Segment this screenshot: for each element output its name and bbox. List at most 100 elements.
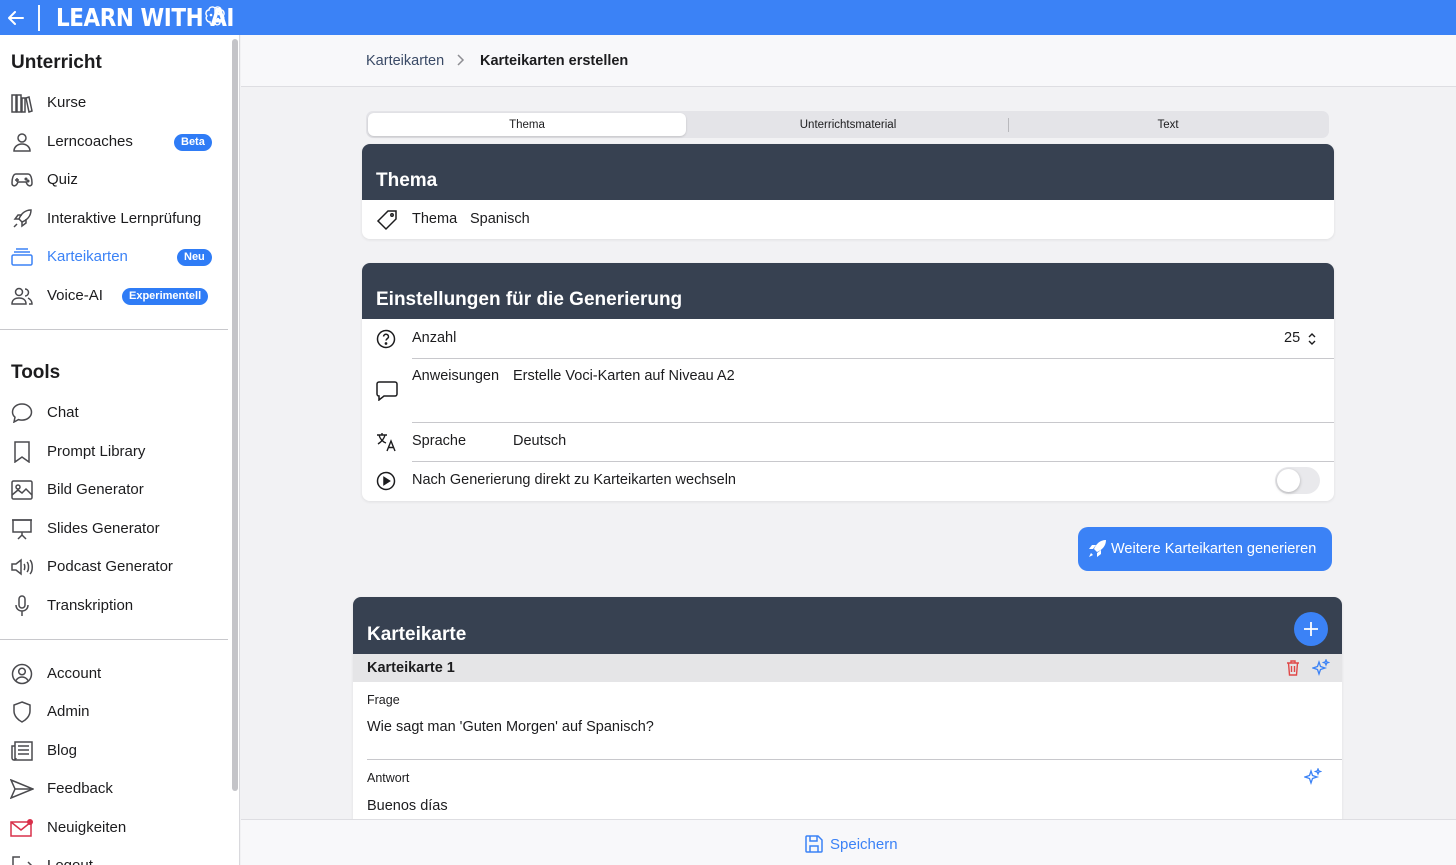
sparkles-icon[interactable] xyxy=(1310,658,1331,682)
tab-thema[interactable]: Thema xyxy=(368,113,686,136)
sidebar-item-slides-generator[interactable]: Slides Generator xyxy=(0,510,228,548)
sidebar-item-label: Chat xyxy=(47,404,79,421)
settings-card: Einstellungen für die Generierung Anzahl… xyxy=(362,263,1334,501)
sidebar-item-feedback[interactable]: Feedback xyxy=(0,770,228,808)
antwort-label: Antwort xyxy=(367,771,410,785)
sidebar-item-label: Feedback xyxy=(47,780,113,797)
floppy-disk-icon xyxy=(805,835,823,853)
sidebar-item-label: Blog xyxy=(47,742,78,759)
thema-row[interactable]: Thema Spanisch xyxy=(362,200,1334,239)
rocket-icon xyxy=(10,208,34,230)
cards-stack-icon xyxy=(10,246,34,268)
auto-switch-toggle[interactable] xyxy=(1275,467,1320,494)
trash-icon[interactable] xyxy=(1286,660,1300,681)
sidebar-item-transkription[interactable]: Transkription xyxy=(0,587,228,625)
beta-badge: Beta xyxy=(174,134,212,151)
add-card-button[interactable] xyxy=(1294,612,1328,646)
anzahl-row[interactable]: Anzahl 25 xyxy=(362,319,1334,358)
microphone-icon xyxy=(10,595,34,617)
sidebar-item-lerncoaches[interactable]: Lerncoaches Beta xyxy=(0,123,228,161)
karteikarte-card-title: Karteikarte xyxy=(367,624,467,645)
sidebar-item-interaktive-lernpruefung[interactable]: Interaktive Lernprüfung xyxy=(0,200,228,238)
breadcrumb-karteikarten-link[interactable]: Karteikarten xyxy=(366,53,444,69)
sidebar-item-kurse[interactable]: Kurse xyxy=(0,84,228,122)
newspaper-icon xyxy=(10,740,34,762)
sidebar-item-quiz[interactable]: Quiz xyxy=(0,161,228,199)
tab-unterrichtsmaterial[interactable]: Unterrichtsmaterial xyxy=(688,113,1008,136)
chevron-right-icon xyxy=(455,53,465,72)
books-icon xyxy=(10,92,34,114)
user-circle-icon xyxy=(10,663,34,685)
people-icon xyxy=(10,285,34,307)
sidebar-item-account[interactable]: Account xyxy=(0,655,228,693)
sprache-label: Sprache xyxy=(412,433,467,449)
translate-icon xyxy=(376,432,398,456)
source-tabs: Thema Unterrichtsmaterial Text xyxy=(366,111,1329,138)
image-icon xyxy=(10,479,34,501)
sidebar: Unterricht Kurse Lerncoaches Beta Quiz I… xyxy=(0,35,240,865)
sidebar-item-label: Karteikarten xyxy=(47,248,128,265)
save-button[interactable]: Speichern xyxy=(805,835,898,853)
thema-card-header: Thema xyxy=(362,144,1334,200)
presentation-icon xyxy=(10,518,34,540)
speaker-icon xyxy=(10,556,34,578)
sidebar-item-blog[interactable]: Blog xyxy=(0,732,228,770)
footer-bar: Speichern xyxy=(241,819,1456,865)
thema-card: Thema Thema Spanisch xyxy=(362,144,1334,239)
sidebar-divider xyxy=(0,639,228,640)
sprache-select[interactable]: Deutsch xyxy=(513,433,566,449)
thema-input[interactable]: Spanisch xyxy=(470,211,530,227)
sidebar-scrollbar[interactable] xyxy=(230,35,239,865)
chat-bubble-icon xyxy=(10,402,34,424)
person-icon xyxy=(10,131,34,153)
anweisungen-textarea[interactable]: Erstelle Voci-Karten auf Niveau A2 xyxy=(513,368,735,384)
sidebar-item-karteikarten[interactable]: Karteikarten Neu xyxy=(0,238,228,276)
tag-icon xyxy=(376,209,398,235)
sidebar-item-voice-ai[interactable]: Voice-AI Experimentell xyxy=(0,277,228,315)
card-item-header: Karteikarte 1 xyxy=(353,654,1342,682)
speech-bubble-icon xyxy=(376,381,398,405)
sidebar-item-chat[interactable]: Chat xyxy=(0,394,228,432)
save-label: Speichern xyxy=(830,835,898,853)
sidebar-item-label: Transkription xyxy=(47,597,134,614)
sidebar-divider xyxy=(0,329,228,330)
sidebar-item-admin[interactable]: Admin xyxy=(0,693,228,731)
sidebar-item-label: Interaktive Lernprüfung xyxy=(47,210,202,227)
anweisungen-row[interactable]: Anweisungen Erstelle Voci-Karten auf Niv… xyxy=(362,358,1334,422)
sparkles-icon[interactable] xyxy=(1302,767,1323,791)
sidebar-item-podcast-generator[interactable]: Podcast Generator xyxy=(0,548,228,586)
section-title-unterricht: Unterricht xyxy=(11,52,102,73)
generate-more-button[interactable]: Weitere Karteikarten generieren xyxy=(1078,527,1332,571)
play-circle-icon xyxy=(376,471,396,495)
back-arrow-icon[interactable] xyxy=(0,0,32,35)
sprache-row[interactable]: Sprache Deutsch xyxy=(362,422,1334,461)
sidebar-item-prompt-library[interactable]: Prompt Library xyxy=(0,433,228,471)
card-item-title: Karteikarte 1 xyxy=(367,660,455,676)
header-separator xyxy=(38,4,40,31)
sidebar-item-label: Logout xyxy=(47,857,93,865)
plus-icon xyxy=(1304,622,1318,636)
frage-label: Frage xyxy=(367,693,400,707)
anzahl-stepper[interactable]: 25 xyxy=(1284,330,1300,346)
settings-card-title: Einstellungen für die Generierung xyxy=(376,289,683,310)
sidebar-item-neuigkeiten[interactable]: Neuigkeiten xyxy=(0,809,228,847)
sidebar-scrollbar-thumb[interactable] xyxy=(232,39,238,791)
brain-logo-icon xyxy=(205,6,225,26)
sidebar-item-bild-generator[interactable]: Bild Generator xyxy=(0,471,228,509)
shield-icon xyxy=(10,701,34,723)
sidebar-item-logout[interactable]: Logout xyxy=(0,847,228,865)
frage-input[interactable]: Wie sagt man 'Guten Morgen' auf Spanisch… xyxy=(367,719,654,735)
sidebar-item-label: Voice-AI xyxy=(47,287,103,304)
send-icon xyxy=(10,778,34,800)
sidebar-item-label: Bild Generator xyxy=(47,481,144,498)
neu-badge: Neu xyxy=(177,249,212,266)
antwort-input[interactable]: Buenos días xyxy=(367,798,448,814)
tab-text[interactable]: Text xyxy=(1009,113,1327,136)
rocket-icon xyxy=(1087,539,1107,563)
breadcrumb: Karteikarten Karteikarten erstellen xyxy=(241,35,1456,87)
section-title-tools: Tools xyxy=(11,362,61,383)
antwort-section: Antwort Buenos días xyxy=(353,760,1342,820)
stepper-chevrons-icon[interactable] xyxy=(1307,332,1317,350)
auto-switch-label: Nach Generierung direkt zu Karteikarten … xyxy=(412,472,736,488)
sidebar-item-label: Neuigkeiten xyxy=(47,819,127,836)
